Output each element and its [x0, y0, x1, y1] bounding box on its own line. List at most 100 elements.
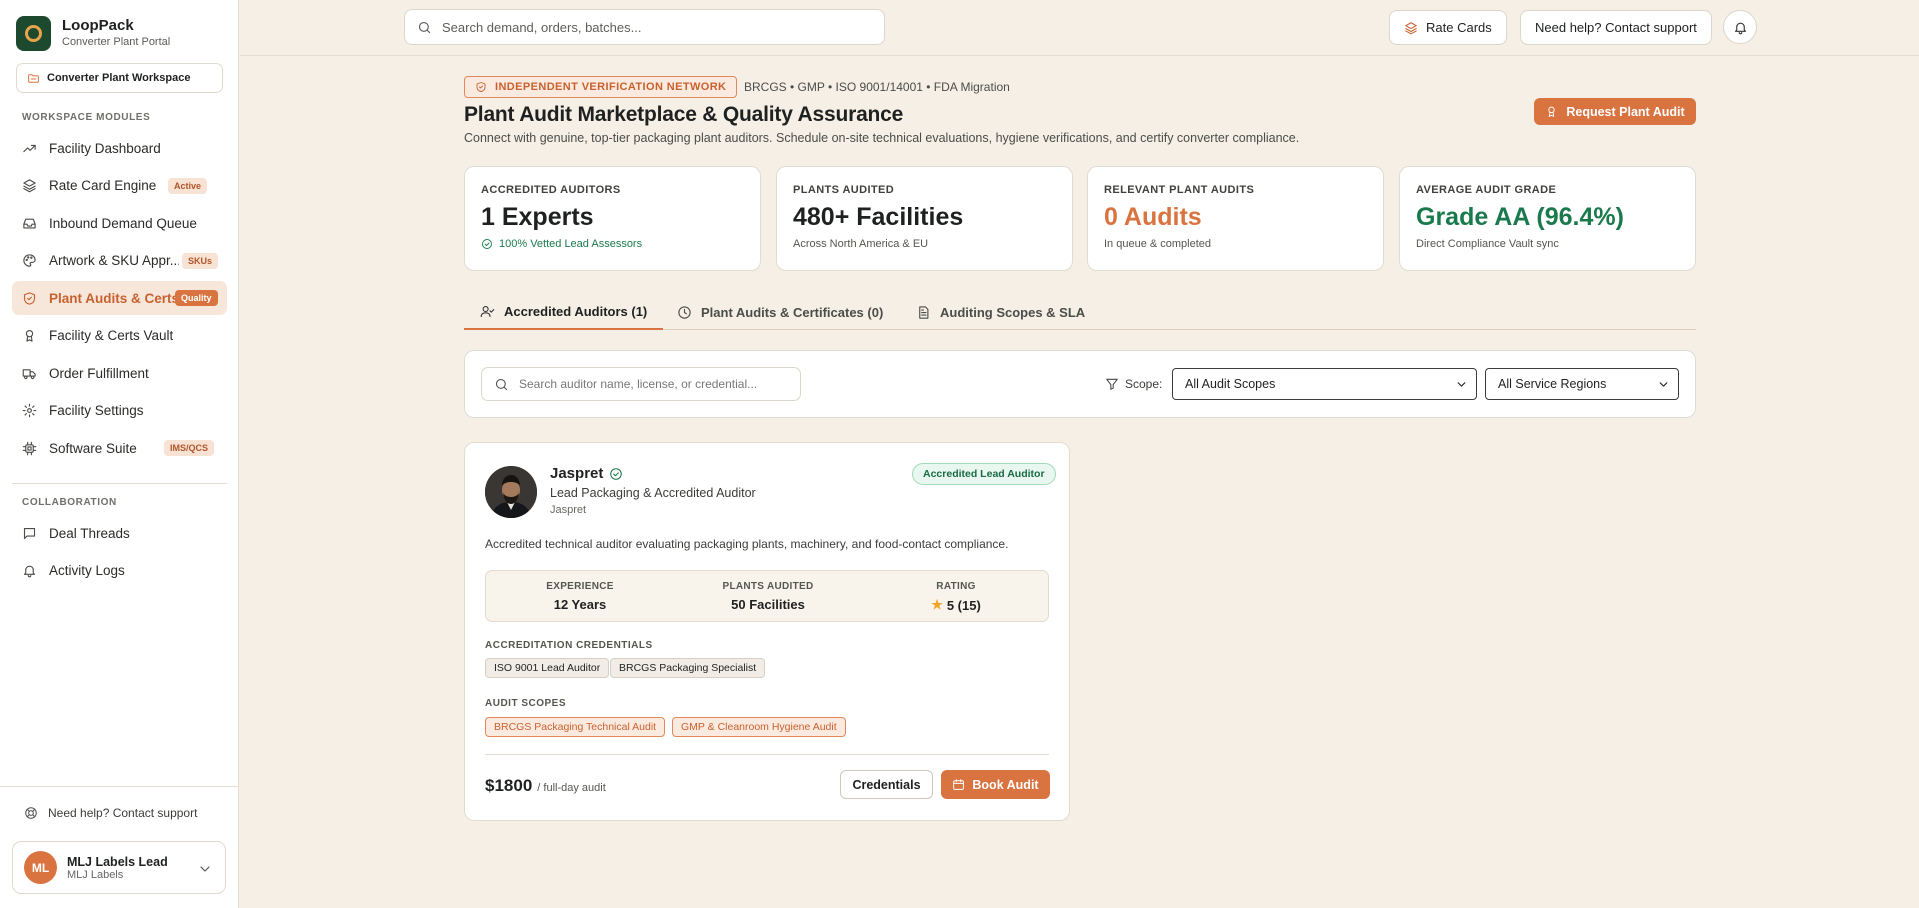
contact-support-button[interactable]: Need help? Contact support	[1520, 10, 1712, 45]
metric-rating: RATING ★ 5 (15)	[862, 581, 1050, 613]
price-unit: / full-day audit	[537, 782, 606, 794]
sidebar-item-artwork-sku[interactable]: Artwork & SKU Appr... SKUs	[12, 244, 227, 278]
metric-label: RATING	[936, 581, 976, 592]
scope-select[interactable]: All Audit Scopes	[1172, 368, 1477, 400]
user-menu[interactable]: ML MLJ Labels Lead MLJ Labels	[12, 841, 226, 894]
tab-bar: Accredited Auditors (1) Plant Audits & C…	[464, 294, 1696, 330]
stat-sub-label: 100% Vetted Lead Assessors	[499, 238, 643, 250]
sidebar-item-facility-settings[interactable]: Facility Settings	[12, 394, 227, 428]
sidebar-item-software-suite[interactable]: Software Suite IMS/QCS	[12, 431, 227, 465]
auditor-name: Jaspret	[550, 465, 623, 482]
document-icon	[919, 305, 929, 319]
sidebar-item-inbound-demand-queue[interactable]: Inbound Demand Queue	[12, 206, 227, 240]
sidebar-footer-divider	[0, 786, 239, 787]
gear-icon	[22, 403, 37, 418]
request-plant-audit-button[interactable]: Request Plant Audit	[1534, 98, 1696, 125]
user-check-icon	[480, 305, 495, 317]
auditor-role: Lead Packaging & Accredited Auditor	[550, 486, 756, 500]
notifications-button[interactable]	[1723, 10, 1757, 44]
rating-value: 5 (15)	[946, 597, 981, 613]
book-audit-label: Book Audit	[972, 777, 1039, 792]
stat-label: ACCREDITED AUDITORS	[481, 184, 621, 196]
avatar: ML	[24, 851, 57, 884]
collaboration-nav: Deal Threads Activity Logs	[12, 516, 227, 591]
contact-support-label: Need help? Contact support	[1535, 20, 1697, 35]
folder-icon	[28, 73, 39, 83]
credential-chip: BRCGS Packaging Specialist	[610, 658, 766, 678]
search-icon	[495, 378, 508, 390]
sidebar: LoopPack Converter Plant Portal Converte…	[0, 0, 239, 908]
sidebar-item-facility-certs-vault[interactable]: Facility & Certs Vault	[12, 319, 227, 353]
metric-plants-audited: PLANTS AUDITED 50 Facilities	[674, 581, 862, 612]
brand-name: LoopPack	[62, 17, 134, 34]
workspace-label: Converter Plant Workspace	[47, 72, 191, 84]
message-icon	[23, 527, 36, 539]
chevron-down-icon	[1457, 381, 1466, 387]
check-circle-icon	[482, 239, 492, 249]
rate-cards-button[interactable]: Rate Cards	[1389, 10, 1507, 45]
audit-price: $1800 / full-day audit	[485, 776, 606, 796]
status-badge: Quality	[175, 290, 218, 306]
auditor-photo-icon	[485, 466, 537, 518]
tab-plant-audits-certificates[interactable]: Plant Audits & Certificates (0)	[677, 294, 883, 330]
metric-value: 12 Years	[553, 597, 607, 612]
scope-select-value: All Audit Scopes	[1185, 377, 1276, 391]
brand[interactable]: LoopPack Converter Plant Portal	[16, 16, 170, 51]
cpu-icon	[22, 441, 37, 455]
tab-label: Accredited Auditors (1)	[504, 303, 648, 319]
region-select[interactable]: All Service Regions	[1485, 368, 1679, 400]
tab-auditing-scopes-sla[interactable]: Auditing Scopes & SLA	[916, 294, 1085, 330]
accredited-lead-badge: Accredited Lead Auditor	[912, 463, 1056, 485]
modules-section-label: WORKSPACE MODULES	[22, 112, 151, 123]
award-icon	[1548, 106, 1556, 117]
scope-label-text: Scope:	[1125, 377, 1163, 391]
award-icon	[25, 329, 34, 342]
standards-tags: BRCGS • GMP • ISO 9001/14001 • FDA Migra…	[744, 80, 1010, 94]
metric-experience: EXPERIENCE 12 Years	[486, 581, 674, 612]
sidebar-item-deal-threads[interactable]: Deal Threads	[12, 516, 227, 550]
global-search[interactable]	[404, 9, 885, 45]
search-icon	[418, 21, 431, 33]
sidebar-item-order-fulfillment[interactable]: Order Fulfillment	[12, 356, 227, 390]
verification-badge: INDEPENDENT VERIFICATION NETWORK	[464, 76, 738, 98]
stat-sub: Direct Compliance Vault sync	[1416, 238, 1559, 250]
sidebar-item-rate-card-engine[interactable]: Rate Card Engine Active	[12, 169, 227, 203]
stat-sub: 100% Vetted Lead Assessors	[481, 238, 744, 250]
filter-bar: Scope: All Audit Scopes All Service Regi…	[464, 350, 1696, 418]
stat-value: 0 Audits	[1104, 203, 1202, 231]
metric-value: 50 Facilities	[731, 597, 805, 612]
auditor-search-input[interactable]	[519, 377, 799, 391]
auditor-search[interactable]	[481, 367, 801, 401]
global-search-input[interactable]	[442, 19, 862, 35]
sidebar-help-link[interactable]: Need help? Contact support	[24, 806, 197, 820]
help-label: Need help? Contact support	[48, 806, 198, 820]
brand-logo-icon	[16, 16, 51, 51]
bell-icon	[23, 565, 36, 578]
stat-label: AVERAGE AUDIT GRADE	[1416, 184, 1557, 196]
sidebar-item-facility-dashboard[interactable]: Facility Dashboard	[12, 131, 227, 165]
verified-check-icon	[610, 467, 623, 480]
status-badge: IMS/QCS	[164, 440, 215, 456]
stat-value: 480+ Facilities	[793, 203, 964, 231]
auditor-name-text: Jaspret	[550, 465, 604, 482]
region-select-value: All Service Regions	[1498, 377, 1607, 391]
sidebar-item-activity-logs[interactable]: Activity Logs	[12, 554, 227, 588]
stat-label: RELEVANT PLANT AUDITS	[1104, 184, 1255, 196]
stat-sub: In queue & completed	[1104, 238, 1212, 250]
tab-accredited-auditors[interactable]: Accredited Auditors (1)	[464, 294, 664, 330]
status-badge: Active	[168, 177, 208, 194]
collaboration-section-label: COLLABORATION	[22, 497, 117, 508]
sidebar-item-label: Facility & Certs Vault	[49, 328, 174, 343]
star-icon: ★	[931, 597, 943, 612]
calendar-icon	[953, 779, 965, 790]
shield-icon	[23, 291, 36, 305]
palette-icon	[23, 254, 36, 267]
workspace-switcher[interactable]: Converter Plant Workspace	[16, 63, 223, 93]
stat-card-accredited-auditors: ACCREDITED AUDITORS 1 Experts 100% Vette…	[464, 166, 761, 271]
auditor-handle: Jaspret	[550, 504, 587, 516]
sidebar-item-label: Order Fulfillment	[49, 365, 149, 381]
layers-icon	[1405, 21, 1417, 34]
credentials-button[interactable]: Credentials	[840, 770, 933, 799]
sidebar-item-plant-audits[interactable]: Plant Audits & Certs Quality	[12, 281, 227, 315]
book-audit-button[interactable]: Book Audit	[941, 770, 1050, 799]
